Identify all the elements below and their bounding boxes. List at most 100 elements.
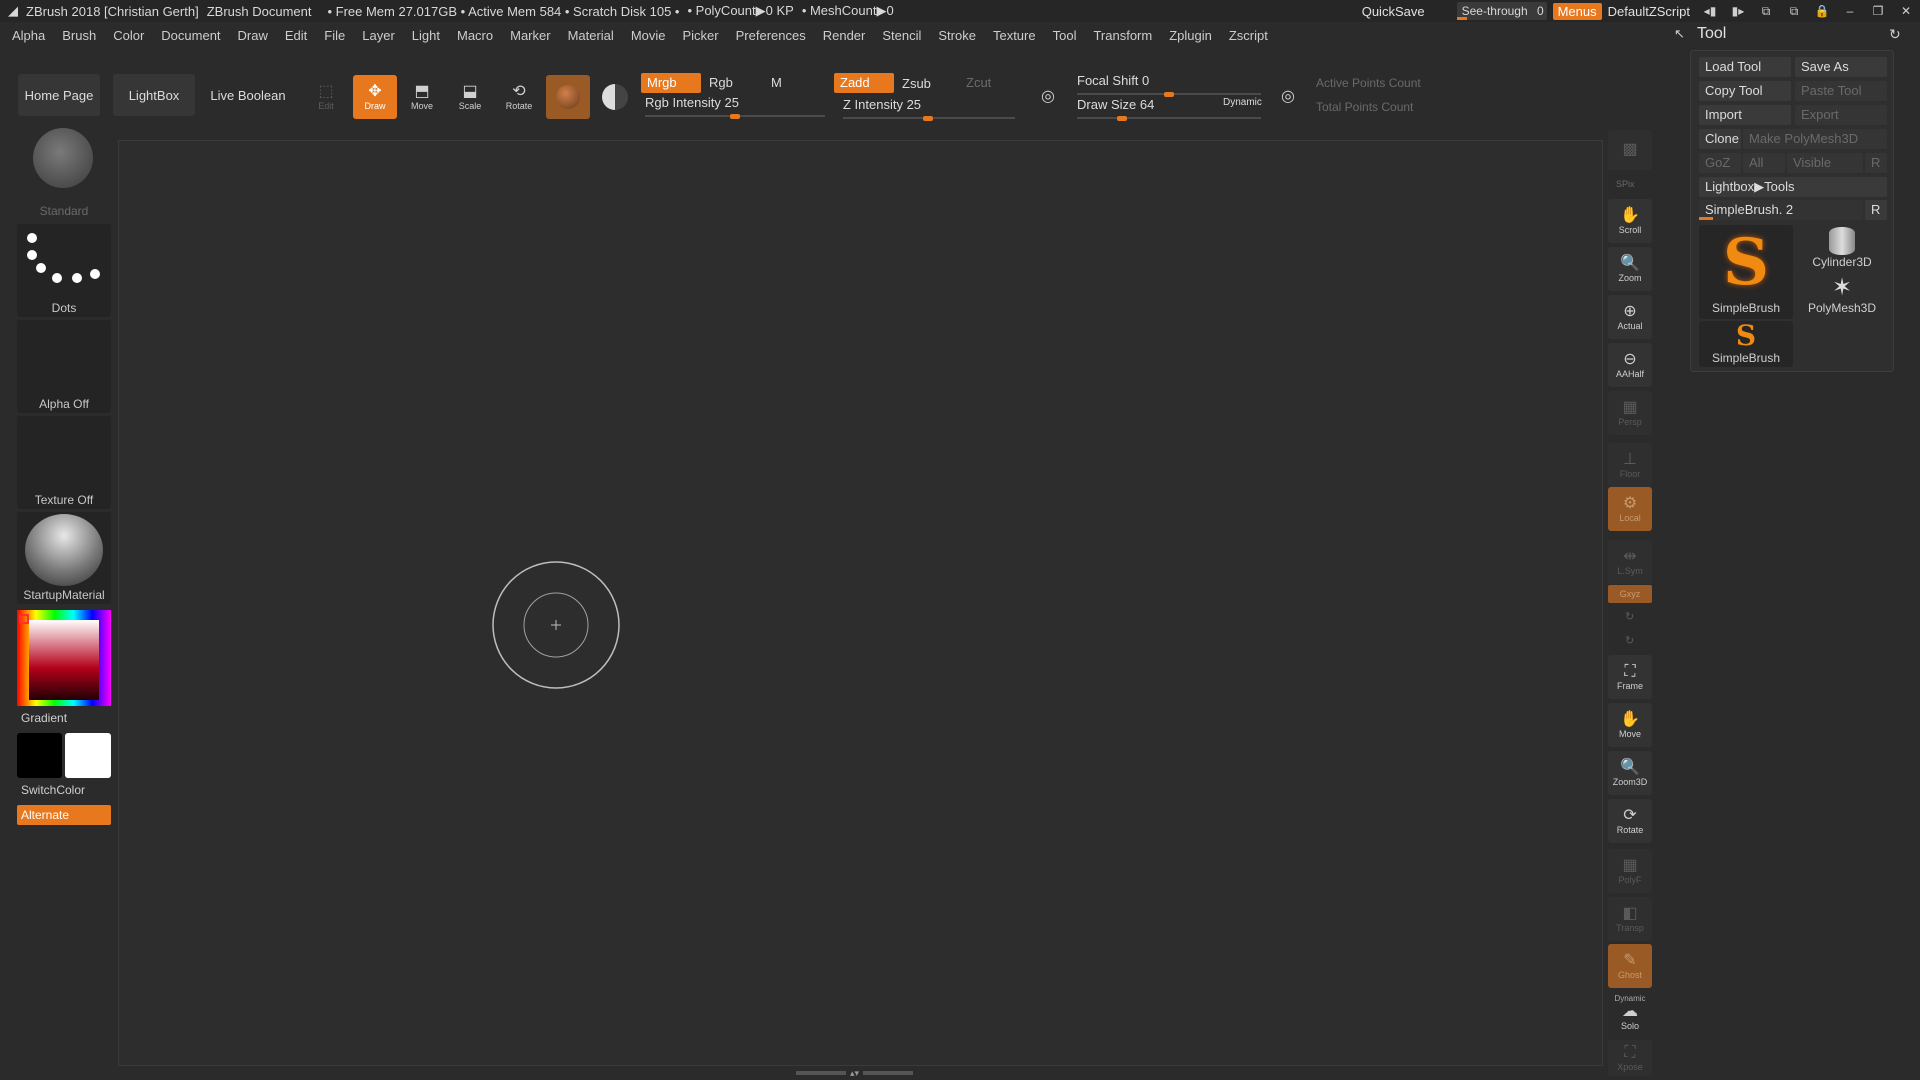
switchcolor-button[interactable]: SwitchColor (21, 783, 85, 797)
tool-panel-pin-icon[interactable]: ↖ (1674, 26, 1685, 42)
minimize-icon[interactable]: – (1836, 4, 1864, 18)
live-boolean-button[interactable]: Live Boolean (202, 74, 294, 116)
menu-movie[interactable]: Movie (631, 28, 666, 43)
current-tool-slider[interactable]: SimpleBrush. 2 (1699, 200, 1863, 220)
goz-r-button[interactable]: R (1865, 153, 1887, 173)
edit-mode-button[interactable]: ⬚ Edit (304, 75, 348, 119)
close-icon[interactable]: ✕ (1892, 4, 1920, 18)
lightbox-button[interactable]: LightBox (113, 74, 195, 116)
tool-thumb-polymesh3d[interactable]: ✶ PolyMesh3D (1795, 275, 1889, 319)
current-tool-r-button[interactable]: R (1865, 200, 1887, 220)
main-color-swatch[interactable] (17, 733, 62, 778)
rotate-mode-button[interactable]: ⟲ Rotate (497, 75, 541, 119)
gxyz-button[interactable]: Gxyz (1608, 585, 1652, 603)
menu-color[interactable]: Color (113, 28, 144, 43)
stroke-slot[interactable]: Dots (17, 224, 111, 317)
copy-tool-button[interactable]: Copy Tool (1699, 81, 1791, 101)
menu-transform[interactable]: Transform (1093, 28, 1152, 43)
zoom3d-button[interactable]: 🔍 Zoom3D (1608, 751, 1652, 795)
menu-light[interactable]: Light (412, 28, 440, 43)
menu-layer[interactable]: Layer (362, 28, 395, 43)
tool-panel-refresh-icon[interactable]: ↻ (1889, 26, 1901, 43)
material-sphere-button[interactable] (546, 75, 590, 119)
texture-slot[interactable]: Texture Off (17, 416, 111, 509)
menu-stencil[interactable]: Stencil (882, 28, 921, 43)
goz-button[interactable]: GoZ (1699, 153, 1741, 173)
brush-slot[interactable]: Standard (17, 126, 111, 220)
menu-tool[interactable]: Tool (1053, 28, 1077, 43)
menu-brush[interactable]: Brush (62, 28, 96, 43)
xpose-button[interactable]: ⛶ Xpose (1608, 1040, 1652, 1076)
gradient-label[interactable]: Gradient (21, 711, 67, 725)
window-layout2-icon[interactable]: ⧉ (1780, 4, 1808, 19)
window-layout-icon[interactable]: ⧉ (1752, 4, 1780, 19)
menu-stroke[interactable]: Stroke (938, 28, 976, 43)
polyf-button[interactable]: ▦ PolyF (1608, 849, 1652, 893)
bottom-tray-handle[interactable]: ▴▾ (796, 1069, 924, 1078)
rgb-toggle[interactable]: Rgb (703, 73, 763, 93)
menu-file[interactable]: File (324, 28, 345, 43)
frame-button[interactable]: ⛶ Frame (1608, 655, 1652, 699)
alpha-slot[interactable]: Alpha Off (17, 320, 111, 413)
scale-mode-button[interactable]: ⬓ Scale (448, 75, 492, 119)
lightbox-tools-button[interactable]: Lightbox▶Tools (1699, 177, 1887, 197)
actual-button[interactable]: ⊕ Actual (1608, 295, 1652, 339)
menu-macro[interactable]: Macro (457, 28, 493, 43)
aahalf-button[interactable]: ⊖ AAHalf (1608, 343, 1652, 387)
default-zscript-button[interactable]: DefaultZScript (1602, 4, 1696, 19)
secondary-color-swatch[interactable] (65, 733, 111, 778)
rotate-y-icon[interactable]: ↻ (1625, 610, 1634, 623)
lsym-button[interactable]: ⇹ L.Sym (1608, 540, 1652, 584)
move-mode-button[interactable]: ⬒ Move (400, 75, 444, 119)
all-button[interactable]: All (1743, 153, 1785, 173)
clone-button[interactable]: Clone (1699, 129, 1741, 149)
menu-alpha[interactable]: Alpha (12, 28, 45, 43)
home-page-button[interactable]: Home Page (18, 74, 100, 116)
color-picker-square[interactable] (29, 620, 99, 700)
lock-icon[interactable]: 🔒 (1808, 4, 1836, 18)
local-button[interactable]: ⚙ Local (1608, 487, 1652, 531)
color-picker[interactable] (17, 610, 111, 706)
symmetry-s-button[interactable]: ◎ (1026, 75, 1070, 119)
mrgb-toggle[interactable]: Mrgb (641, 73, 701, 93)
rotate-view-button[interactable]: ⟳ Rotate (1608, 799, 1652, 843)
zoom-button[interactable]: 🔍 Zoom (1608, 247, 1652, 291)
layout-prev-icon[interactable]: ◂▮ (1696, 4, 1724, 18)
z-intensity-slider[interactable]: Z Intensity 25 (843, 97, 1015, 121)
menu-picker[interactable]: Picker (683, 28, 719, 43)
rgb-intensity-slider[interactable]: Rgb Intensity 25 (645, 95, 825, 119)
solo-button[interactable]: Dynamic ☁ Solo (1608, 990, 1652, 1034)
menu-preferences[interactable]: Preferences (736, 28, 806, 43)
material-slot[interactable]: StartupMaterial (17, 512, 111, 604)
color-mode-button[interactable] (593, 75, 637, 119)
dynamic-toggle[interactable]: Dynamic (1223, 97, 1262, 108)
ghost-button[interactable]: ✎ Ghost (1608, 944, 1652, 988)
tool-thumb-simplebrush-2[interactable]: S SimpleBrush (1699, 321, 1793, 367)
menu-texture[interactable]: Texture (993, 28, 1036, 43)
load-tool-button[interactable]: Load Tool (1699, 57, 1791, 77)
menu-zscript[interactable]: Zscript (1229, 28, 1268, 43)
layout-next-icon[interactable]: ▮▸ (1724, 4, 1752, 18)
menus-button[interactable]: Menus (1552, 2, 1602, 20)
import-button[interactable]: Import (1699, 105, 1791, 125)
transp-button[interactable]: ◧ Transp (1608, 897, 1652, 941)
rotate-z-icon[interactable]: ↻ (1625, 634, 1634, 647)
symmetry-d-button[interactable]: ◎ (1266, 75, 1310, 119)
spix-slider[interactable]: SPix (1616, 179, 1635, 189)
see-through-slider[interactable]: See-through 0 (1456, 2, 1547, 20)
zsub-toggle[interactable]: Zsub (896, 74, 956, 94)
paste-tool-button[interactable]: Paste Tool (1795, 81, 1887, 101)
menu-edit[interactable]: Edit (285, 28, 307, 43)
document-canvas[interactable] (118, 140, 1603, 1066)
menu-marker[interactable]: Marker (510, 28, 550, 43)
visible-button[interactable]: Visible (1787, 153, 1863, 173)
menu-draw[interactable]: Draw (238, 28, 268, 43)
menu-document[interactable]: Document (161, 28, 220, 43)
quicksave-button[interactable]: QuickSave (1356, 4, 1431, 19)
persp-button[interactable]: ▦ Persp (1608, 391, 1652, 435)
export-button[interactable]: Export (1795, 105, 1887, 125)
scroll-button[interactable]: ✋ Scroll (1608, 199, 1652, 243)
menu-zplugin[interactable]: Zplugin (1169, 28, 1212, 43)
m-toggle[interactable]: M (765, 73, 815, 93)
draw-mode-button[interactable]: ✥ Draw (353, 75, 397, 119)
